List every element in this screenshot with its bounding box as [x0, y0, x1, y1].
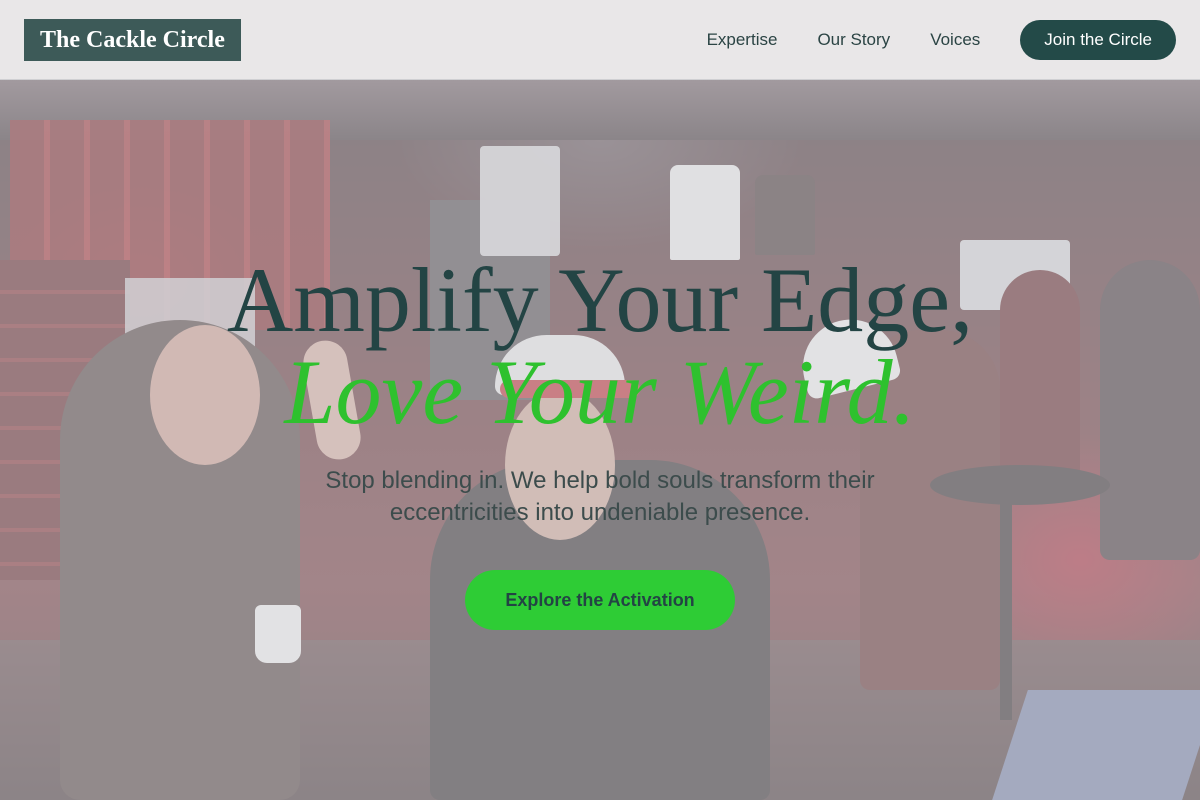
hero-subtext: Stop blending in. We help bold souls tra…	[325, 467, 875, 526]
hero-section: Amplify Your Edge, Love Your Weird. Stop…	[0, 80, 1200, 800]
hero-headline-line-2: Love Your Weird.	[284, 341, 916, 443]
main-nav: Expertise Our Story Voices Join the Circ…	[707, 20, 1176, 60]
explore-activation-button[interactable]: Explore the Activation	[465, 570, 735, 630]
nav-link-voices[interactable]: Voices	[930, 30, 980, 50]
nav-link-expertise[interactable]: Expertise	[707, 30, 778, 50]
join-circle-button[interactable]: Join the Circle	[1020, 20, 1176, 60]
landing-page: The Cackle Circle Expertise Our Story Vo…	[0, 0, 1200, 800]
nav-link-our-story[interactable]: Our Story	[817, 30, 890, 50]
hero-headline-line-1: Amplify Your Edge,	[226, 249, 974, 351]
site-header: The Cackle Circle Expertise Our Story Vo…	[0, 0, 1200, 80]
site-logo[interactable]: The Cackle Circle	[24, 19, 241, 61]
